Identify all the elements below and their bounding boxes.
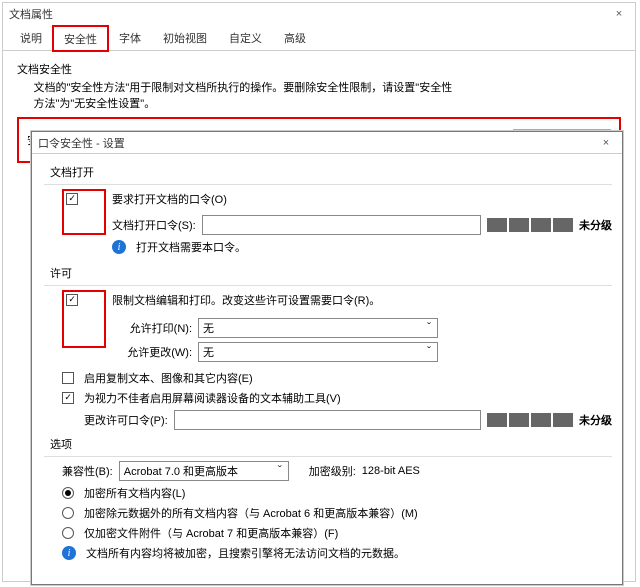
tab-custom[interactable]: 自定义: [218, 25, 273, 50]
options-hint: 文档所有内容均将被加密，且搜索引擎将无法访问文档的元数据。: [86, 545, 405, 561]
encrypt-all-label: 加密所有文档内容(L): [84, 485, 185, 501]
window-title: 文档属性: [9, 6, 609, 22]
open-password-label: 文档打开口令(S):: [112, 217, 196, 233]
dialog-title: 口令安全性 - 设置: [38, 135, 596, 151]
allow-print-select[interactable]: 无: [198, 318, 438, 338]
tab-security[interactable]: 安全性: [53, 26, 108, 51]
encrypt-except-metadata-label: 加密除元数据外的所有文档内容（与 Acrobat 6 和更高版本兼容）(M): [84, 505, 418, 521]
perm-password-input[interactable]: [174, 410, 481, 430]
tab-initial-view[interactable]: 初始视图: [152, 25, 218, 50]
compat-select[interactable]: Acrobat 7.0 和更高版本: [119, 461, 289, 481]
tab-description[interactable]: 说明: [9, 25, 53, 50]
compat-label: 兼容性(B):: [62, 463, 113, 479]
enable-accessibility-label: 为视力不佳者启用屏幕阅读器设备的文本辅助工具(V): [84, 390, 341, 406]
tab-advanced[interactable]: 高级: [273, 25, 317, 50]
perm-password-label: 更改许可口令(P):: [84, 412, 168, 428]
info-icon: i: [62, 546, 76, 560]
encryption-level-value: 128-bit AES: [362, 465, 420, 477]
group-open: 文档打开: [50, 164, 612, 180]
restrict-editing-label: 限制文档编辑和打印。改变这些许可设置需要口令(R)。: [112, 292, 612, 308]
perm-password-strength-text: 未分级: [579, 412, 612, 428]
encrypt-attachments-label: 仅加密文件附件（与 Acrobat 7 和更高版本兼容）(F): [84, 525, 338, 541]
open-highlight-box: [62, 189, 106, 235]
perm-password-strength-meter: [487, 413, 573, 427]
open-password-strength-text: 未分级: [579, 217, 612, 233]
perm-highlight-box: [62, 290, 106, 348]
open-password-hint: 打开文档需要本口令。: [136, 239, 246, 255]
require-open-password-label: 要求打开文档的口令(O): [112, 191, 612, 207]
allow-change-label: 允许更改(W):: [112, 344, 192, 360]
encrypt-attachments-radio[interactable]: [62, 527, 74, 539]
enable-copy-checkbox[interactable]: [62, 372, 74, 384]
doc-security-heading: 文档安全性: [17, 61, 621, 77]
restrict-editing-checkbox[interactable]: [66, 294, 78, 306]
group-options: 选项: [50, 436, 612, 452]
password-security-dialog: 口令安全性 - 设置 × 文档打开 要求打开文档的口令(O) 文档打开口令(S)…: [31, 131, 623, 585]
dialog-close-icon[interactable]: ×: [596, 137, 616, 149]
doc-security-desc: 文档的"安全性方法"用于限制对文档所执行的操作。要删除安全性限制，请设置"安全性…: [17, 79, 621, 111]
tab-bar: 说明 安全性 字体 初始视图 自定义 高级: [3, 25, 635, 51]
tab-fonts[interactable]: 字体: [108, 25, 152, 50]
require-open-password-checkbox[interactable]: [66, 193, 78, 205]
close-icon[interactable]: ×: [609, 8, 629, 20]
allow-change-select[interactable]: 无: [198, 342, 438, 362]
allow-print-label: 允许打印(N):: [112, 320, 192, 336]
info-icon: i: [112, 240, 126, 254]
group-permissions: 许可: [50, 265, 612, 281]
open-password-input[interactable]: [202, 215, 481, 235]
encrypt-all-radio[interactable]: [62, 487, 74, 499]
enable-accessibility-checkbox[interactable]: [62, 392, 74, 404]
encryption-level-label: 加密级别:: [309, 463, 356, 479]
enable-copy-label: 启用复制文本、图像和其它内容(E): [84, 370, 253, 386]
encrypt-except-metadata-radio[interactable]: [62, 507, 74, 519]
open-password-strength-meter: [487, 218, 573, 232]
